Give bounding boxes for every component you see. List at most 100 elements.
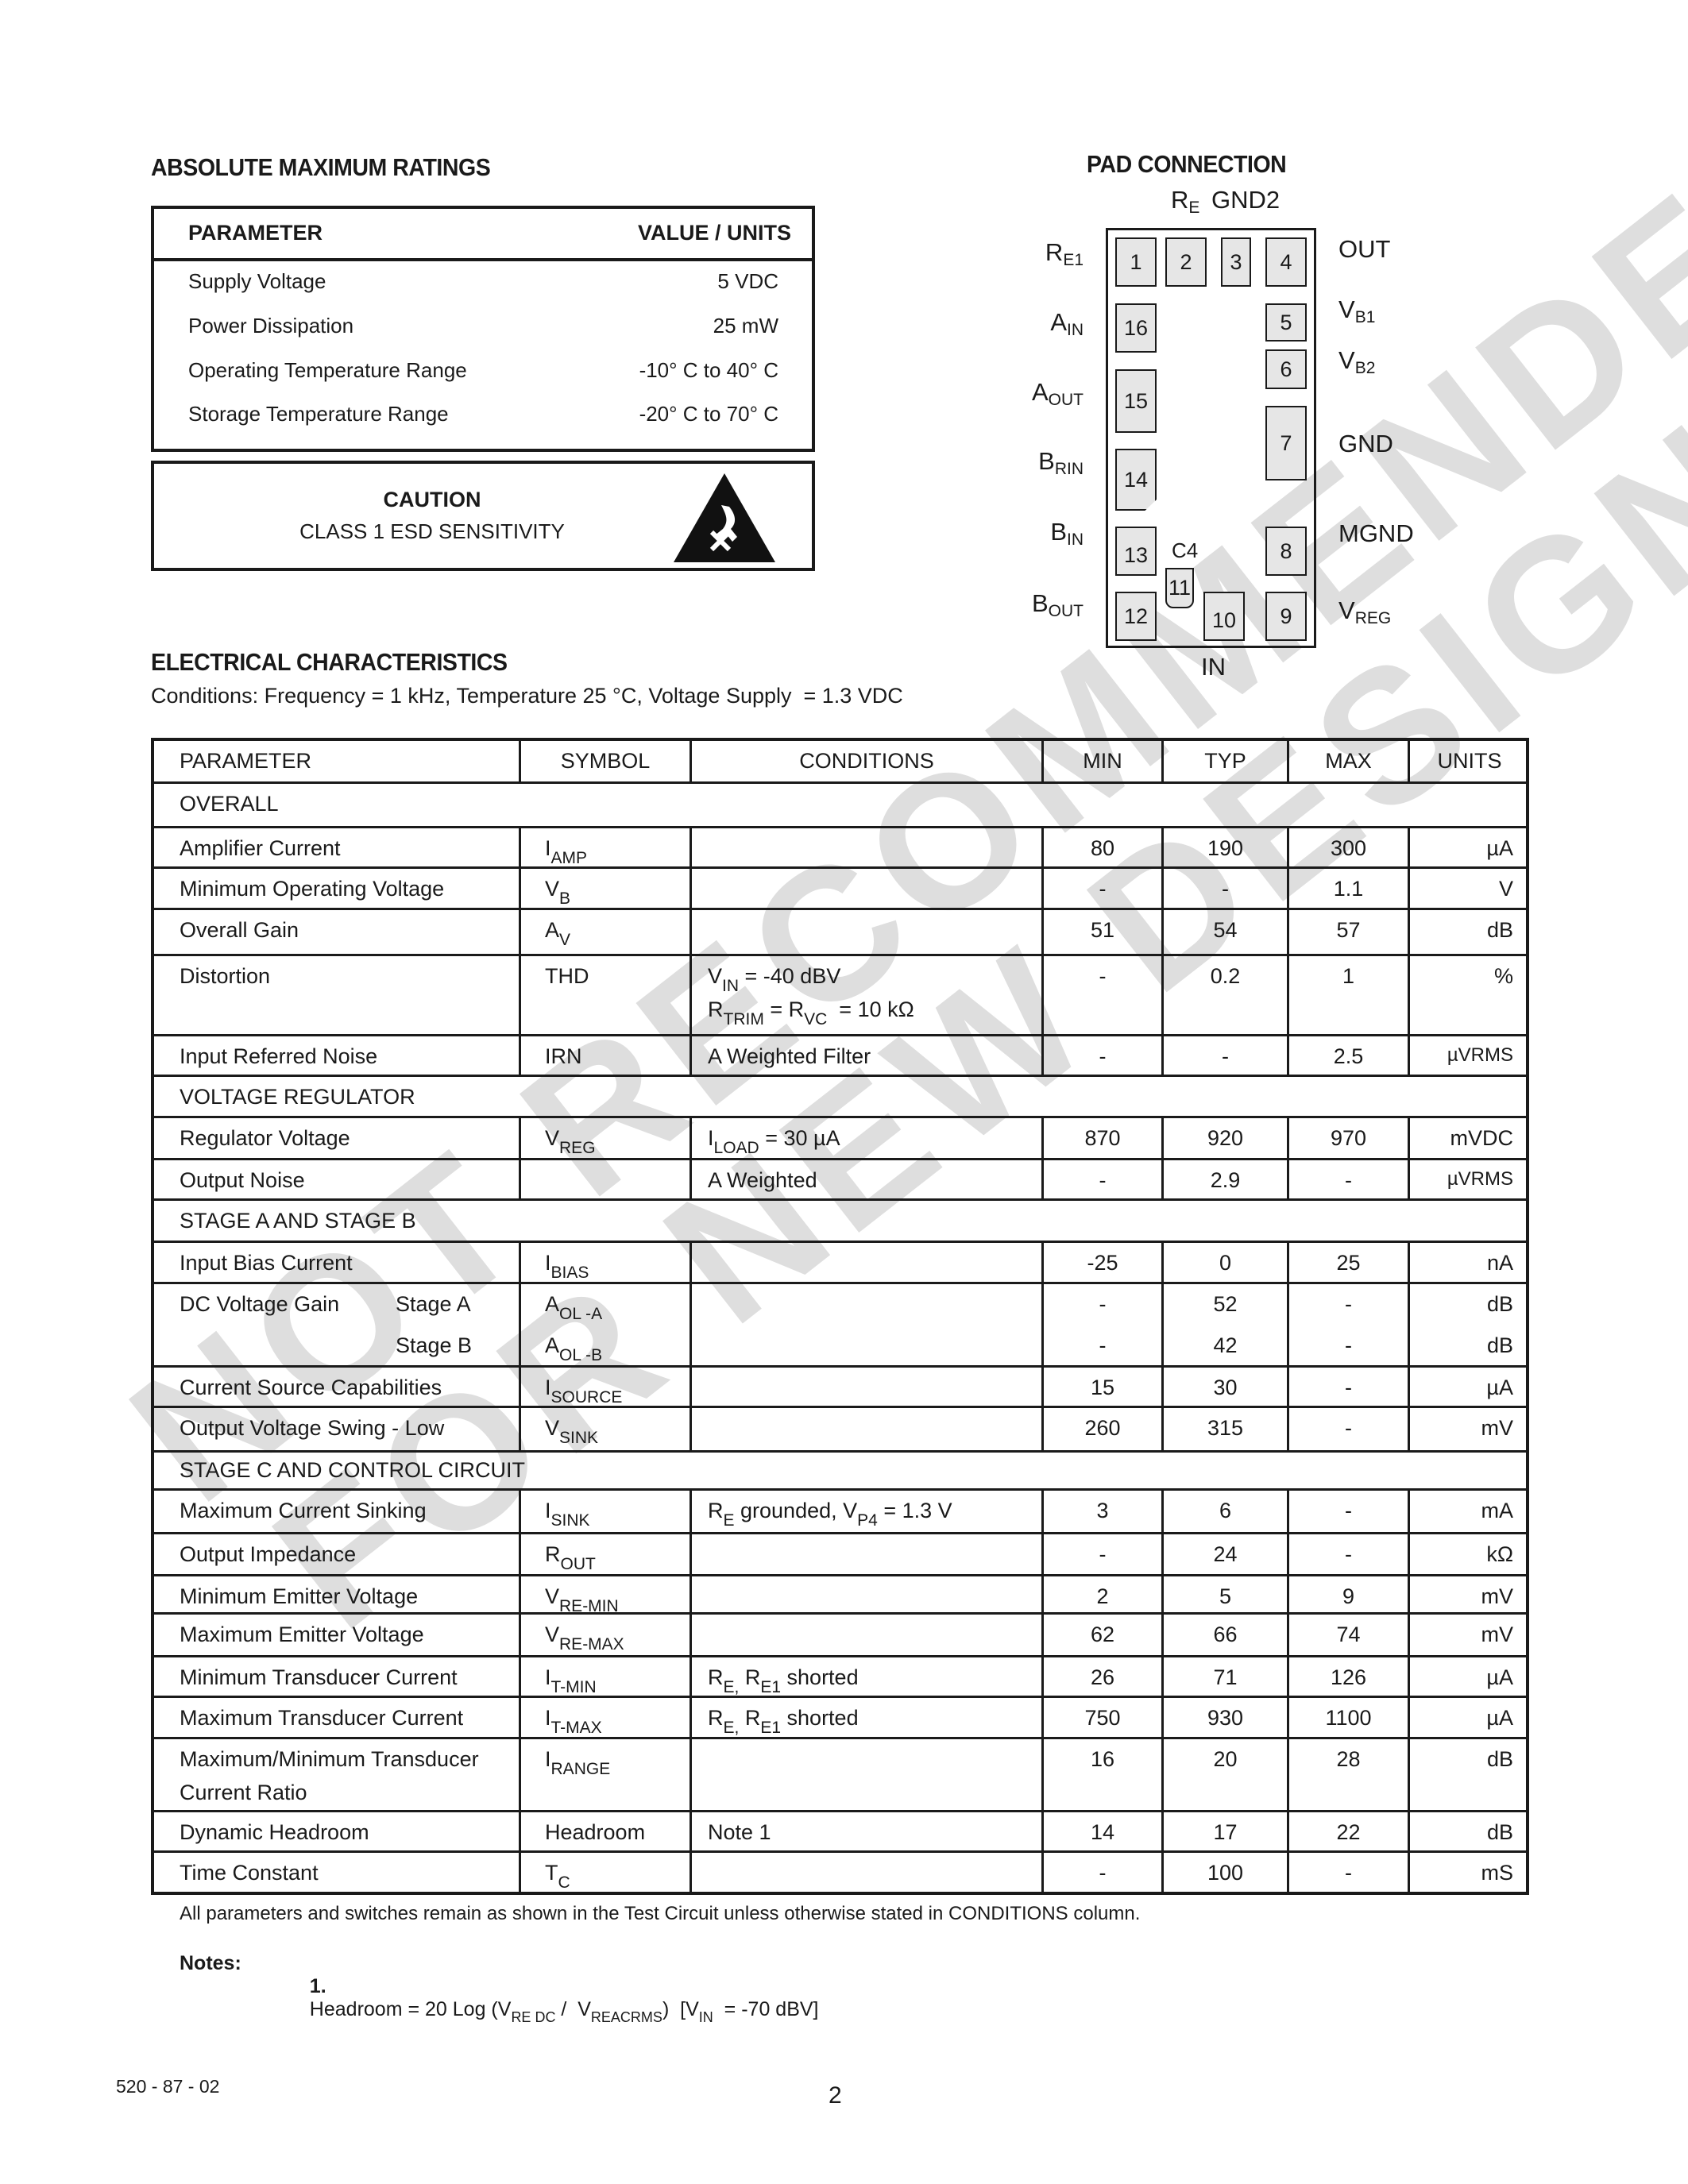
caution-title: CAUTION (383, 488, 481, 511)
section-stage-c: STAGE C AND CONTROL CIRCUIT (151, 1453, 1529, 1491)
ec-title: ELECTRICAL CHARACTERISTICS (151, 648, 508, 676)
col-parameter: PARAMETER (180, 749, 312, 773)
pad-3: 3 (1221, 237, 1251, 287)
ec-header-row: PARAMETER SYMBOL CONDITIONS MIN TYP MAX … (151, 738, 1529, 784)
row-units: nA (1486, 1251, 1513, 1275)
row-symbol: VSINK (545, 1416, 599, 1447)
pin-label-sub: E1 (1063, 251, 1083, 269)
caution-subtitle: CLASS 1 ESD SENSITIVITY (299, 519, 565, 543)
table-row: Time Constant TC - 100 - mS (151, 1853, 1529, 1895)
row-typ: 0 (1219, 1251, 1232, 1275)
row-units: mVDC (1450, 1126, 1514, 1150)
pad-1: 1 (1115, 237, 1157, 287)
row-max: - (1345, 1861, 1352, 1885)
top-label-re: RE (1171, 186, 1199, 218)
amr-param: Operating Temperature Range (188, 358, 467, 382)
table-row: Distortion THD VIN = -40 dBV RTRIM = RVC… (151, 956, 1529, 1036)
pin-label-main: GND (1338, 430, 1393, 457)
ec-table: PARAMETER SYMBOL CONDITIONS MIN TYP MAX … (151, 738, 1529, 1895)
amr-table: PARAMETER VALUE / UNITS Supply Voltage 5… (151, 206, 815, 452)
amr-value: -10° C to 40° C (639, 358, 778, 382)
amr-value: 25 mW (713, 314, 778, 338)
row-max: 300 (1330, 836, 1367, 860)
row-typ-a: 52 (1213, 1292, 1238, 1316)
row-max: - (1345, 1416, 1352, 1440)
row-parameter: Overall Gain (180, 918, 299, 942)
table-row: Output Impedance ROUT - 24 - kΩ (151, 1534, 1529, 1576)
esd-warning-icon (674, 473, 775, 562)
pad-8: 8 (1265, 527, 1307, 576)
pin-label-main: B (1031, 589, 1049, 617)
row-max: 22 (1336, 1820, 1361, 1844)
row-typ: - (1222, 1044, 1229, 1068)
row-min: 80 (1090, 836, 1115, 860)
row-symbol: VREG (545, 1126, 596, 1157)
row-condition: A Weighted (708, 1168, 817, 1192)
row-max: 1100 (1325, 1706, 1372, 1730)
pad-10: 10 (1203, 592, 1245, 641)
section-stage-ab: STAGE A AND STAGE B (151, 1201, 1529, 1243)
pin-label-re1: RE1 (988, 238, 1083, 270)
row-max: 126 (1330, 1665, 1367, 1689)
row-units: µA (1486, 1376, 1513, 1399)
row-symbol: IRANGE (545, 1747, 611, 1778)
section-label: STAGE A AND STAGE B (180, 1209, 416, 1233)
table-row: Maximum Transducer Current IT-MAX RE, RE… (151, 1698, 1529, 1739)
row-max: 28 (1336, 1747, 1361, 1771)
row-symbol-b: AOL -B (545, 1333, 603, 1364)
table-row: Dynamic Headroom Headroom Note 1 14 17 2… (151, 1812, 1529, 1853)
row-typ: 54 (1213, 918, 1238, 942)
table-footnote: All parameters and switches remain as sh… (180, 1903, 1141, 1924)
pin-label-main: R (1045, 238, 1064, 266)
row-symbol: Headroom (545, 1820, 646, 1844)
row-units: dB (1486, 1820, 1513, 1844)
pin-label-main: A (1031, 378, 1049, 406)
row-symbol: ISOURCE (545, 1376, 623, 1406)
row-min: 26 (1090, 1665, 1115, 1689)
amr-row: Power Dissipation 25 mW (154, 311, 812, 342)
row-min: 870 (1084, 1126, 1121, 1150)
row-units: µA (1486, 836, 1513, 860)
row-parameter: Minimum Emitter Voltage (180, 1584, 419, 1608)
amr-param: Storage Temperature Range (188, 402, 449, 426)
pin-label-bout: BOUT (988, 589, 1083, 621)
row-parameter: Maximum Current Sinking (180, 1499, 427, 1522)
row-typ: 30 (1213, 1376, 1238, 1399)
row-typ: 930 (1207, 1706, 1244, 1730)
row-typ: 2.9 (1210, 1168, 1241, 1192)
pin-label-vreg: VREG (1338, 596, 1391, 628)
row-stage-a: Stage A (396, 1292, 471, 1316)
row-units: V (1498, 877, 1513, 901)
row-units: % (1493, 964, 1513, 988)
row-condition: RE, RE1 shorted (708, 1706, 859, 1737)
row-typ: 71 (1213, 1665, 1238, 1689)
row-max: 9 (1342, 1584, 1355, 1608)
document-code: 520 - 87 - 02 (116, 2076, 220, 2097)
row-parameter: Minimum Operating Voltage (180, 877, 445, 901)
pad-13: 13 (1115, 527, 1157, 576)
section-overall: OVERALL (151, 784, 1529, 828)
page-number: 2 (829, 2082, 842, 2109)
row-symbol: ROUT (545, 1542, 596, 1573)
amr-title: ABSOLUTE MAXIMUM RATINGS (151, 153, 491, 181)
amr-row: Supply Voltage 5 VDC (154, 266, 812, 298)
row-symbol: IAMP (545, 836, 588, 867)
top-label-re-main: R (1171, 186, 1189, 214)
row-min: - (1099, 964, 1107, 988)
row-max: 25 (1336, 1251, 1361, 1275)
row-typ: 24 (1213, 1542, 1238, 1566)
pad-2: 2 (1165, 237, 1207, 287)
col-symbol: SYMBOL (560, 749, 651, 773)
table-row: Maximum Current Sinking ISINK RE grounde… (151, 1491, 1529, 1534)
row-parameter: DC Voltage Gain (180, 1292, 340, 1316)
section-label: VOLTAGE REGULATOR (180, 1085, 415, 1109)
row-units: kΩ (1486, 1542, 1513, 1566)
row-parameter: Maximum Emitter Voltage (180, 1623, 424, 1646)
amr-param: Supply Voltage (188, 269, 326, 293)
row-parameter: Maximum/Minimum Transducer (180, 1747, 479, 1771)
amr-header: PARAMETER VALUE / UNITS (154, 209, 812, 261)
top-label-gnd2: GND2 (1211, 186, 1280, 214)
col-conditions: CONDITIONS (799, 749, 934, 773)
row-condition: RE, RE1 shorted (708, 1665, 859, 1696)
row-max: - (1345, 1542, 1352, 1566)
